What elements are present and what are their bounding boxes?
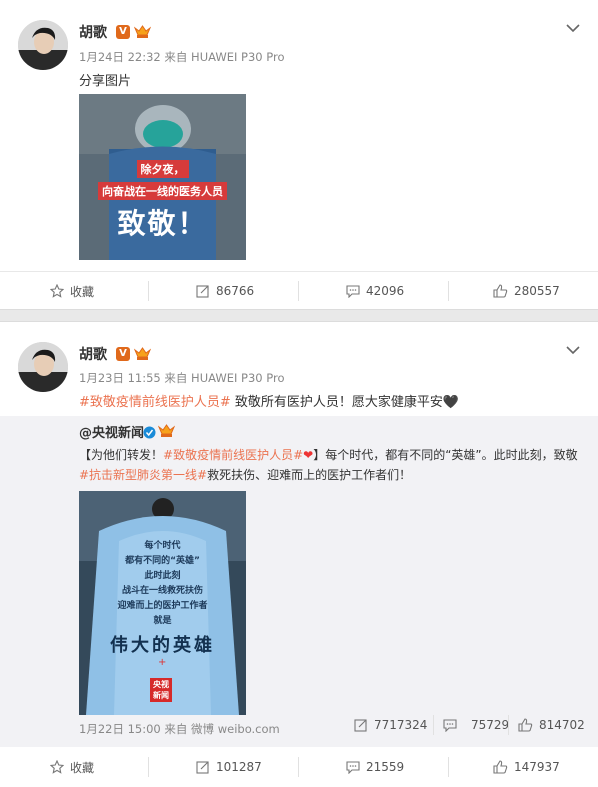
image-line: 都有不同的“英雄” bbox=[125, 556, 200, 566]
vip-crown-icon bbox=[133, 346, 152, 361]
avatar[interactable] bbox=[18, 20, 68, 70]
post-text: #致敬疫情前线医护人员# 致敬所有医护人员！愿大家健康平安🖤 bbox=[79, 391, 459, 410]
divider bbox=[298, 281, 299, 301]
image-line: 每个时代 bbox=[144, 541, 181, 551]
repost-count: 86766 bbox=[216, 284, 255, 298]
chevron-down-icon[interactable] bbox=[566, 18, 580, 33]
star-icon bbox=[50, 760, 64, 774]
comment-icon bbox=[346, 285, 360, 298]
weibo-post-card: 胡歌 V 1月23日 11:55 来自 HUAWEI P30 Pro #致敬疫情… bbox=[0, 322, 598, 787]
image-line: 迎难而上的医护工作者 bbox=[117, 601, 208, 611]
hashtag-link[interactable]: #致敬疫情前线医护人员# bbox=[163, 448, 303, 462]
action-bar: 收藏 101287 21559 147937 bbox=[0, 748, 598, 786]
favorite-label: 收藏 bbox=[70, 284, 95, 299]
repost-comment-button[interactable]: 75729 bbox=[443, 714, 509, 736]
author-name[interactable]: 胡歌 bbox=[79, 22, 107, 42]
caption-line: 除夕夜， bbox=[136, 160, 189, 178]
post-image[interactable]: 除夕夜， 向奋战在一线的医务人员 致敬！ bbox=[79, 94, 246, 260]
caption-headline: 致敬！ bbox=[117, 207, 208, 240]
like-count: 280557 bbox=[514, 284, 560, 298]
repost-like-button[interactable]: 814702 bbox=[518, 714, 585, 736]
verified-blue-icon bbox=[143, 424, 156, 443]
comment-count: 42096 bbox=[366, 284, 405, 298]
comment-count: 21559 bbox=[366, 760, 405, 774]
action-bar: 收藏 86766 42096 280557 bbox=[0, 271, 598, 309]
divider bbox=[148, 281, 149, 301]
repost-text: 【为他们转发！ bbox=[79, 448, 164, 462]
like-count: 814702 bbox=[539, 718, 585, 732]
comment-button[interactable]: 42096 bbox=[346, 272, 404, 310]
favorite-button[interactable]: 收藏 bbox=[50, 748, 94, 786]
repost-text-line: #抗击新型肺炎第一线#救死扶伤、迎难而上的医护工作者们！ bbox=[79, 466, 411, 483]
image-line: 就是 bbox=[153, 616, 172, 626]
hashtag-link[interactable]: #抗击新型肺炎第一线# bbox=[79, 468, 207, 482]
divider bbox=[508, 715, 509, 735]
vip-crown-icon bbox=[133, 24, 152, 39]
divider bbox=[298, 757, 299, 777]
thumbs-up-icon bbox=[493, 760, 508, 774]
comment-button[interactable]: 21559 bbox=[346, 748, 404, 786]
thumbs-up-icon bbox=[518, 718, 533, 732]
thumbs-up-icon bbox=[493, 284, 508, 298]
image-caption: 除夕夜， 向奋战在一线的医务人员 bbox=[79, 158, 246, 200]
image-line: 此时此刻 bbox=[144, 571, 181, 581]
post-meta: 1月23日 11:55 来自 HUAWEI P30 Pro bbox=[79, 371, 285, 385]
repost-count: 101287 bbox=[216, 760, 262, 774]
avatar[interactable] bbox=[18, 342, 68, 392]
image-headline: 伟大的英雄 bbox=[110, 635, 215, 656]
like-button[interactable]: 280557 bbox=[493, 272, 560, 310]
vip-crown-icon bbox=[157, 423, 176, 442]
like-button[interactable]: 147937 bbox=[493, 748, 560, 786]
verified-badge: V bbox=[116, 25, 130, 39]
divider bbox=[148, 757, 149, 777]
repost-image[interactable]: 每个时代 都有不同的“英雄” 此时此刻 战斗在一线救死扶伤 迎难而上的医护工作者… bbox=[79, 491, 246, 715]
heart-icon: ❤ bbox=[303, 448, 314, 462]
repost-count: 7717324 bbox=[374, 718, 428, 732]
divider bbox=[433, 715, 434, 735]
post-meta: 1月24日 22:32 来自 HUAWEI P30 Pro bbox=[79, 50, 285, 64]
divider bbox=[448, 281, 449, 301]
author-name[interactable]: 胡歌 bbox=[79, 344, 107, 364]
post-text: 分享图片 bbox=[79, 74, 132, 89]
feed-separator bbox=[0, 309, 598, 322]
like-count: 147937 bbox=[514, 760, 560, 774]
image-line: 战斗在一线救死扶伤 bbox=[121, 586, 203, 596]
star-icon bbox=[50, 284, 64, 298]
repost-repost-button[interactable]: 7717324 bbox=[354, 714, 427, 736]
comment-icon bbox=[443, 719, 457, 732]
hashtag-link[interactable]: #致敬疫情前线医护人员# bbox=[79, 395, 231, 410]
cctv-logo: 央视新闻 bbox=[150, 678, 172, 702]
repost-button[interactable]: 101287 bbox=[196, 748, 262, 786]
post-body: 致敬所有医护人员！愿大家健康平安🖤 bbox=[230, 395, 460, 410]
repost-button[interactable]: 86766 bbox=[196, 272, 254, 310]
comment-icon bbox=[346, 761, 360, 774]
verified-badge: V bbox=[116, 347, 130, 361]
repost-text: 救死扶伤、迎难而上的医护工作者们！ bbox=[207, 468, 412, 482]
repost-text-line: 【为他们转发！#致敬疫情前线医护人员#❤】每个时代，都有不同的“英雄”。此时此刻… bbox=[79, 446, 578, 463]
favorite-button[interactable]: 收藏 bbox=[50, 272, 94, 310]
repost-card: @央视新闻 【为他们转发！#致敬疫情前线医护人员#❤】每个时代，都有不同的“英雄… bbox=[0, 416, 598, 747]
chevron-down-icon[interactable] bbox=[566, 340, 580, 355]
repost-icon bbox=[196, 285, 209, 298]
red-cross-icon: + bbox=[158, 657, 167, 668]
repost-author[interactable]: @央视新闻 bbox=[79, 422, 144, 441]
repost-text: 】每个时代，都有不同的“英雄”。此时此刻，致敬 bbox=[313, 448, 578, 462]
comment-count: 75729 bbox=[471, 718, 510, 732]
weibo-post-card: 胡歌 V 1月24日 22:32 来自 HUAWEI P30 Pro 分享图片 … bbox=[0, 0, 598, 309]
repost-icon bbox=[196, 761, 209, 774]
repost-meta: 1月22日 15:00 来自 微博 weibo.com bbox=[79, 722, 280, 736]
repost-icon bbox=[354, 719, 367, 732]
caption-line: 向奋战在一线的医务人员 bbox=[98, 182, 227, 200]
divider bbox=[448, 757, 449, 777]
image-text-block: 每个时代 都有不同的“英雄” 此时此刻 战斗在一线救死扶伤 迎难而上的医护工作者… bbox=[79, 539, 246, 629]
favorite-label: 收藏 bbox=[70, 760, 95, 775]
